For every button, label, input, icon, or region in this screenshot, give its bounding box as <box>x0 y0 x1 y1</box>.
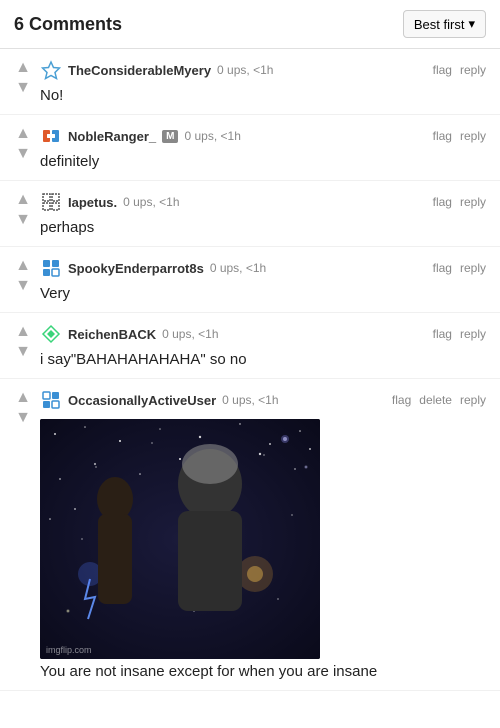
avatar <box>40 125 62 147</box>
upvote-button[interactable]: ▲ <box>14 125 32 143</box>
reply-link[interactable]: reply <box>460 393 486 407</box>
comment-content: NobleRanger_ M 0 ups, <1h flag reply def… <box>40 125 486 172</box>
upvote-button[interactable]: ▲ <box>14 389 32 407</box>
downvote-button[interactable]: ▼ <box>14 343 32 361</box>
comment-content: TheConsiderableMyery 0 ups, <1h flag rep… <box>40 59 486 106</box>
comment-actions: flag reply <box>433 63 486 77</box>
avatar <box>40 323 62 345</box>
comment-text: definitely <box>40 151 486 172</box>
meta-info: 0 ups, <1h <box>222 393 278 407</box>
vote-column: ▲ ▼ <box>14 191 32 238</box>
meta-info: 0 ups, <1h <box>162 327 218 341</box>
comment-actions: flag reply <box>433 261 486 275</box>
upvote-button[interactable]: ▲ <box>14 59 32 77</box>
flag-link[interactable]: flag <box>433 327 452 341</box>
upvote-button[interactable]: ▲ <box>14 323 32 341</box>
username: ReichenBACK <box>68 327 156 342</box>
username: SpookyEnderparrot8s <box>68 261 204 276</box>
comment-row: ▲ ▼ ReichenBACK 0 ups, <1h flag reply i … <box>0 313 500 379</box>
reply-link[interactable]: reply <box>460 63 486 77</box>
comments-count: 6 Comments <box>14 14 122 35</box>
mod-badge: M <box>162 130 178 143</box>
sort-button[interactable]: Best first ▾ <box>403 10 486 38</box>
upvote-button[interactable]: ▲ <box>14 191 32 209</box>
comment-meta: ReichenBACK 0 ups, <1h flag reply <box>40 323 486 345</box>
username: NobleRanger_ <box>68 129 156 144</box>
flag-link[interactable]: flag <box>392 393 411 407</box>
comment-actions: flag reply <box>433 129 486 143</box>
comment-content: SpookyEnderparrot8s 0 ups, <1h flag repl… <box>40 257 486 304</box>
avatar <box>40 257 62 279</box>
comment-row: ▲ ▼ OccasionallyActiveUser 0 ups, <1h fl… <box>0 379 500 691</box>
comments-header: 6 Comments Best first ▾ <box>0 0 500 49</box>
comment-actions: flag reply <box>433 327 486 341</box>
comment-text: i say"BAHAHAHAHAHA" so no <box>40 349 486 370</box>
comment-meta: TheConsiderableMyery 0 ups, <1h flag rep… <box>40 59 486 81</box>
meta-info: 0 ups, <1h <box>217 63 273 77</box>
comment-row: ▲ ▼ NobleRanger_ M 0 ups, <1h flag reply… <box>0 115 500 181</box>
flag-link[interactable]: flag <box>433 261 452 275</box>
comment-row: ▲ ▼ SpookyEnderparrot8s 0 ups, <1h flag … <box>0 247 500 313</box>
stars-svg <box>40 419 320 659</box>
watermark: imgflip.com <box>46 645 92 655</box>
username: OccasionallyActiveUser <box>68 393 216 408</box>
avatar <box>40 191 62 213</box>
reply-link[interactable]: reply <box>460 129 486 143</box>
comment-text: perhaps <box>40 217 486 238</box>
avatar <box>40 59 62 81</box>
reply-link[interactable]: reply <box>460 327 486 341</box>
flag-link[interactable]: flag <box>433 129 452 143</box>
downvote-button[interactable]: ▼ <box>14 211 32 229</box>
comment-content: Iapetus. 0 ups, <1h flag reply perhaps <box>40 191 486 238</box>
meta-info: 0 ups, <1h <box>210 261 266 275</box>
comment-meta: OccasionallyActiveUser 0 ups, <1h flag d… <box>40 389 486 411</box>
vote-column: ▲ ▼ <box>14 257 32 304</box>
comment-text: You are not insane except for when you a… <box>40 661 486 682</box>
vote-column: ▲ ▼ <box>14 389 32 682</box>
comment-meta: Iapetus. 0 ups, <1h flag reply <box>40 191 486 213</box>
meta-info: 0 ups, <1h <box>184 129 240 143</box>
comment-row: ▲ ▼ TheConsiderableMyery 0 ups, <1h flag… <box>0 49 500 115</box>
comment-text: No! <box>40 85 486 106</box>
upvote-button[interactable]: ▲ <box>14 257 32 275</box>
flag-link[interactable]: flag <box>433 63 452 77</box>
reply-link[interactable]: reply <box>460 195 486 209</box>
downvote-button[interactable]: ▼ <box>14 79 32 97</box>
comment-content: ReichenBACK 0 ups, <1h flag reply i say"… <box>40 323 486 370</box>
username: TheConsiderableMyery <box>68 63 211 78</box>
comment-actions: flag delete reply <box>392 393 486 407</box>
downvote-button[interactable]: ▼ <box>14 409 32 427</box>
username: Iapetus. <box>68 195 117 210</box>
flag-link[interactable]: flag <box>433 195 452 209</box>
sort-label: Best first <box>414 17 465 32</box>
comment-text: Very <box>40 283 486 304</box>
comment-row: ▲ ▼ Iapetus. 0 ups, <1h flag reply perha… <box>0 181 500 247</box>
space-background: imgflip.com <box>40 419 320 659</box>
comment-meta: SpookyEnderparrot8s 0 ups, <1h flag repl… <box>40 257 486 279</box>
comment-image: imgflip.com <box>40 419 320 659</box>
reply-link[interactable]: reply <box>460 261 486 275</box>
downvote-button[interactable]: ▼ <box>14 277 32 295</box>
meta-info: 0 ups, <1h <box>123 195 179 209</box>
vote-column: ▲ ▼ <box>14 323 32 370</box>
comment-actions: flag reply <box>433 195 486 209</box>
comment-content: OccasionallyActiveUser 0 ups, <1h flag d… <box>40 389 486 682</box>
avatar <box>40 389 62 411</box>
comment-meta: NobleRanger_ M 0 ups, <1h flag reply <box>40 125 486 147</box>
vote-column: ▲ ▼ <box>14 59 32 106</box>
delete-link[interactable]: delete <box>419 393 452 407</box>
downvote-button[interactable]: ▼ <box>14 145 32 163</box>
vote-column: ▲ ▼ <box>14 125 32 172</box>
sort-arrow-icon: ▾ <box>468 16 475 32</box>
